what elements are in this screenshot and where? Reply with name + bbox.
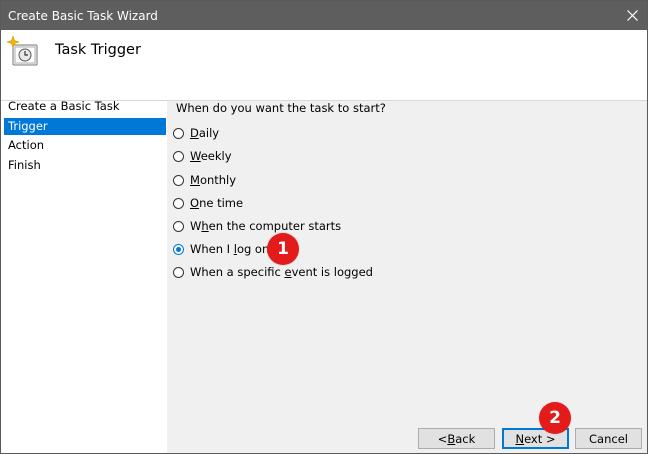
radio-daily[interactable]: Daily [173, 124, 219, 142]
step-action: Action [8, 138, 45, 152]
callout-badge-1: 1 [267, 233, 299, 265]
window-title: Create Basic Task Wizard [8, 9, 158, 23]
radio-circle [173, 220, 184, 232]
wizard-header: Task Trigger [1, 30, 647, 101]
radio-circle [173, 150, 184, 162]
radio-label: When I log on [190, 242, 270, 256]
wizard-window: Create Basic Task Wizard Task Trigger Cr… [0, 0, 648, 454]
radio-when-i-log-on[interactable]: When I log on [173, 240, 269, 258]
radio-weekly[interactable]: Weekly [173, 147, 232, 165]
back-button[interactable]: < Back [418, 428, 495, 449]
close-icon [626, 10, 638, 21]
radio-label: Weekly [190, 149, 232, 163]
radio-label: Monthly [190, 173, 237, 187]
radio-when-computer-starts[interactable]: When the computer starts [173, 217, 341, 235]
page-title: Task Trigger [55, 42, 141, 58]
close-button[interactable] [617, 1, 647, 30]
callout-badge-2: 2 [539, 402, 571, 434]
question-label: When do you want the task to start? [176, 101, 386, 115]
task-scheduler-clock-icon [7, 36, 38, 66]
radio-circle [173, 127, 184, 139]
radio-circle-checked [173, 243, 184, 255]
radio-circle [173, 197, 184, 209]
title-bar: Create Basic Task Wizard [1, 1, 647, 30]
radio-one-time[interactable]: One time [173, 194, 243, 212]
radio-circle [173, 266, 184, 278]
radio-label: When the computer starts [190, 219, 342, 233]
radio-label: When a specific event is logged [190, 265, 373, 279]
radio-when-event-logged[interactable]: When a specific event is logged [173, 263, 373, 281]
step-create-basic-task: Create a Basic Task [8, 99, 120, 113]
radio-label: Daily [190, 126, 220, 140]
radio-label: One time [190, 196, 244, 210]
cancel-button[interactable]: Cancel [575, 428, 642, 449]
wizard-steps: Create a Basic Task Trigger Action Finis… [1, 99, 167, 453]
radio-monthly[interactable]: Monthly [173, 171, 236, 189]
radio-circle [173, 174, 184, 186]
step-finish: Finish [8, 158, 41, 172]
step-trigger: Trigger [4, 118, 166, 135]
